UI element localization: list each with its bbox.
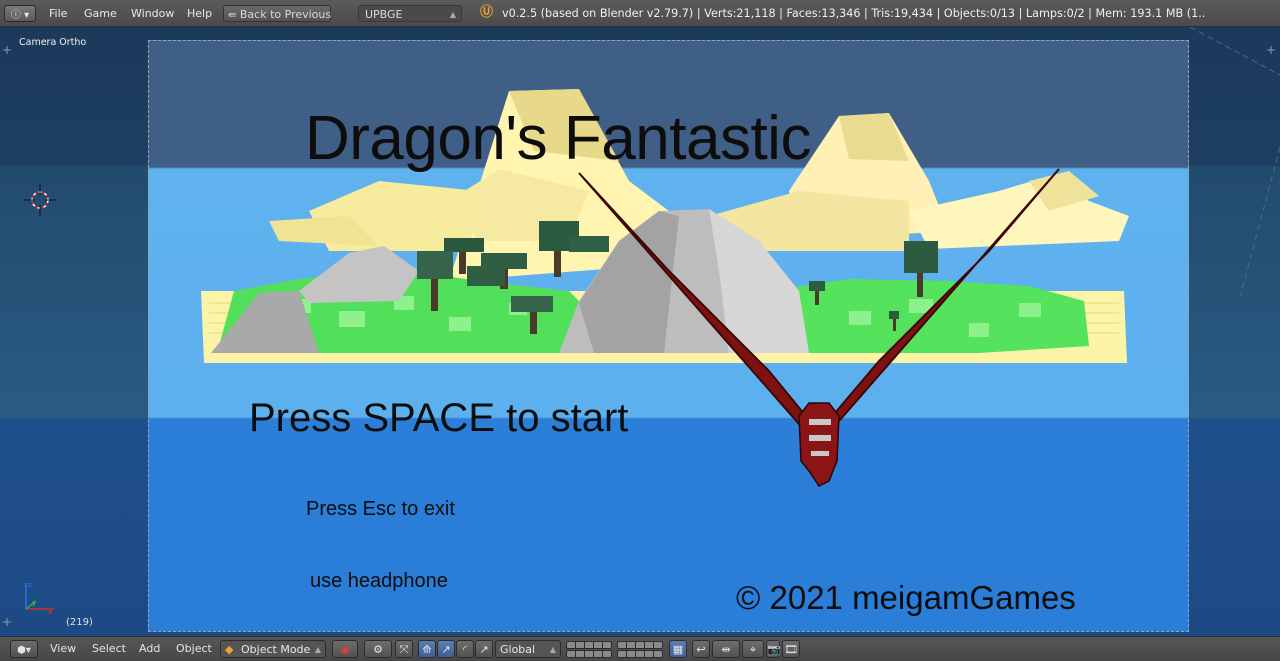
- menu-select[interactable]: Select: [92, 640, 126, 658]
- viewport-shading-button[interactable]: ◉: [332, 640, 358, 658]
- translate-icon: ⟰: [422, 643, 432, 656]
- orientation-select[interactable]: Global ▲: [495, 640, 561, 658]
- 3d-view-header: ⬢▾ View Select Add Object ◆ Object Mode …: [0, 636, 1280, 661]
- layers-icon: ▦: [672, 643, 684, 656]
- area-split-corner-top-left[interactable]: +: [2, 43, 12, 57]
- exit-prompt: Press Esc to exit: [306, 498, 455, 520]
- manipulator-toggle[interactable]: ⤧: [395, 640, 413, 658]
- lock-camera-layers-button[interactable]: ▦: [669, 640, 687, 658]
- mode-select[interactable]: ◆ Object Mode ▲: [220, 640, 326, 658]
- transform-orientation-button[interactable]: ↗: [475, 640, 493, 658]
- editor-type-button[interactable]: ⬢▾: [10, 640, 38, 658]
- view-name-label: Camera Ortho: [19, 37, 87, 48]
- menu-object[interactable]: Object: [176, 640, 212, 658]
- rotate-icon: ↗: [441, 643, 451, 656]
- menu-view[interactable]: View: [50, 640, 76, 658]
- magnet-icon: ⌖: [749, 643, 757, 656]
- rock-left-mid: [299, 246, 419, 303]
- shading-sphere-icon: ◉: [340, 643, 350, 656]
- svg-text:y: y: [32, 599, 36, 607]
- mode-value: Object Mode: [241, 643, 311, 656]
- area-split-corner-top-right[interactable]: +: [1266, 43, 1276, 57]
- scene-layers-group-2-bottom[interactable]: [617, 650, 663, 658]
- clapper-icon: 🎞: [784, 643, 798, 656]
- svg-text:x: x: [48, 608, 52, 615]
- proportional-edit-button[interactable]: ⇹: [712, 640, 740, 658]
- updown-arrow-icon: ▲: [314, 645, 321, 654]
- frame-number: (219): [66, 617, 93, 628]
- snap-icon: ↩: [696, 643, 706, 656]
- updown-arrow-icon: ▲: [549, 645, 556, 654]
- render-engine-value: UPBGE: [365, 8, 403, 21]
- info-header: ⓘ ▾ File Game Window Help ⇚ Back to Prev…: [0, 0, 1280, 27]
- 3d-cursor-icon[interactable]: [24, 184, 56, 216]
- game-title: Dragon's Fantastic: [305, 104, 811, 173]
- pivot-icon: ⚙: [373, 643, 383, 656]
- copyright-notice: © 2021 meigamGames: [736, 579, 1076, 616]
- rotate-manipulator-button[interactable]: ↗: [437, 640, 455, 658]
- scene-layers-group-2[interactable]: [617, 641, 663, 649]
- updown-arrow-icon: ▲: [449, 10, 456, 19]
- svg-text:z: z: [28, 581, 32, 589]
- scene-layers-group-1-bottom[interactable]: [566, 650, 612, 658]
- pivot-point-button[interactable]: ⚙: [364, 640, 392, 658]
- scene-statistics: v0.2.5 (based on Blender v2.79.7) | Vert…: [502, 7, 1206, 20]
- camera-frame: Dragon's Fantastic Press SPACE to start …: [148, 40, 1189, 632]
- menu-help[interactable]: Help: [187, 5, 212, 22]
- back-to-previous-label: Back to Previous: [239, 8, 332, 21]
- cube-icon: ⬢▾: [17, 645, 31, 656]
- menu-add[interactable]: Add: [139, 640, 160, 658]
- start-prompt: Press SPACE to start: [249, 396, 629, 440]
- axis-gizmo-icon: z y x: [25, 581, 54, 615]
- render-animation-button[interactable]: 🎞: [782, 640, 800, 658]
- upbge-logo-icon: Ⓤ: [480, 5, 494, 20]
- scale-icon: ◜: [462, 643, 468, 656]
- back-arrow-icon: ⇚: [228, 10, 237, 21]
- snap-toggle[interactable]: ↩: [692, 640, 710, 658]
- proportional-icon: ⇹: [721, 643, 731, 656]
- menu-window[interactable]: Window: [131, 5, 174, 22]
- snap-element-button[interactable]: ⌖: [742, 640, 764, 658]
- scene-layers-group-1[interactable]: [566, 641, 612, 649]
- editor-type-button[interactable]: ⓘ ▾: [4, 5, 36, 22]
- orientation-value: Global: [500, 643, 536, 656]
- scale-manipulator-button[interactable]: ◜: [456, 640, 474, 658]
- area-split-corner-bottom-left[interactable]: +: [2, 615, 12, 629]
- 3d-viewport[interactable]: + + + Camera Ortho Dragon's Fantastic Pr…: [0, 27, 1280, 636]
- info-icon: ⓘ ▾: [10, 10, 30, 21]
- render-engine-select[interactable]: UPBGE ▲: [358, 5, 462, 22]
- orientation-arrow-icon: ↗: [479, 643, 489, 656]
- render-opengl-button[interactable]: 📷: [766, 640, 781, 658]
- menu-file[interactable]: File: [49, 5, 67, 22]
- manipulator-icon: ⤧: [399, 643, 409, 656]
- menu-game[interactable]: Game: [84, 5, 117, 22]
- object-mode-icon: ◆: [225, 643, 234, 656]
- translate-manipulator-button[interactable]: ⟰: [418, 640, 436, 658]
- back-to-previous-button[interactable]: ⇚ Back to Previous: [223, 5, 331, 22]
- headphone-hint: use headphone: [310, 570, 448, 592]
- camera-icon: 📷: [767, 643, 781, 656]
